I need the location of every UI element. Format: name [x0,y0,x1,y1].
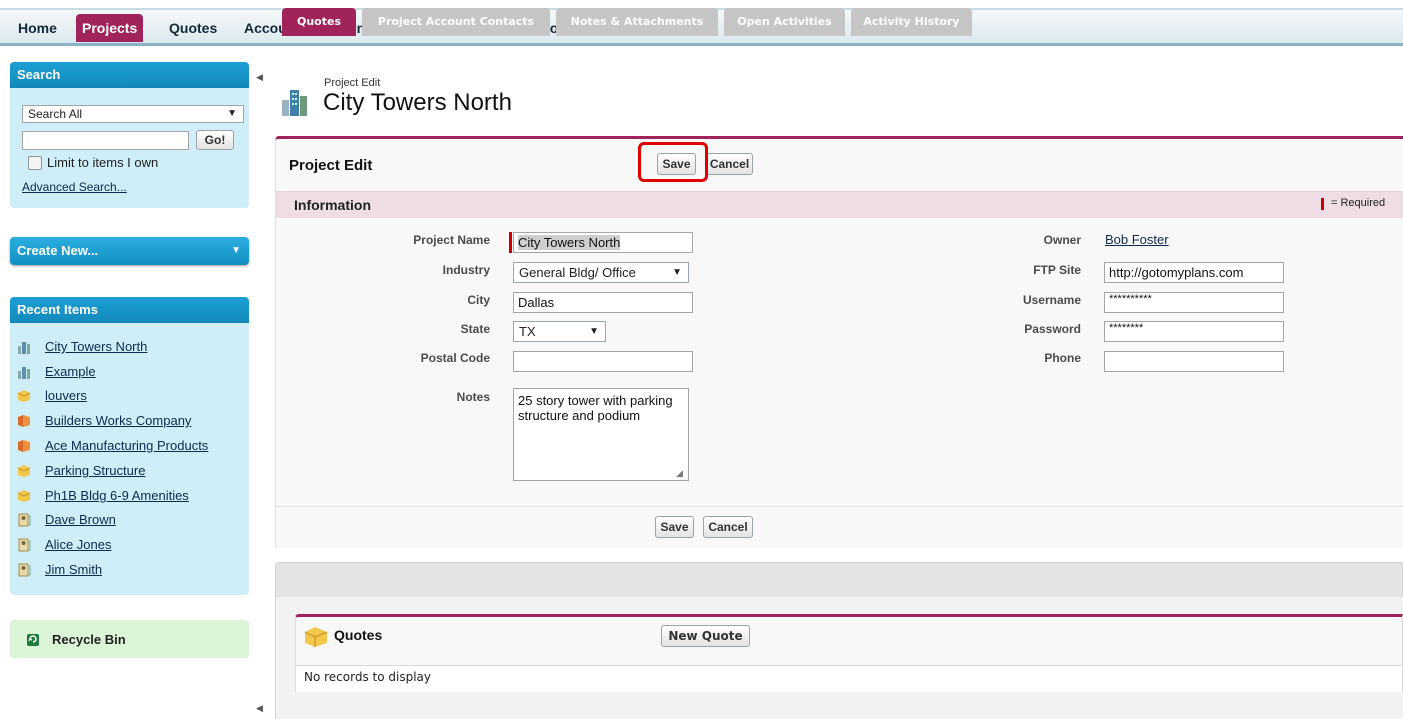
search-input[interactable] [22,131,189,150]
notes-textarea[interactable]: 25 story tower with parking structure an… [513,388,689,481]
notes-label: Notes [456,390,490,404]
tab-activity-history[interactable]: Activity History [851,8,972,36]
postal-code-field[interactable] [513,351,693,372]
empty-records-row [296,665,1402,692]
tab-quotes[interactable]: Quotes [163,14,223,42]
recycle-bin-icon [27,634,39,646]
city-label: City [467,293,490,307]
ftp-site-label: FTP Site [1033,263,1081,277]
page-subtitle: Project Edit [324,77,381,89]
recent-items-title: Recent Items [10,297,249,323]
password-label: Password [1024,322,1081,336]
required-legend: = Required [1331,197,1386,209]
tab-open-activities[interactable]: Open Activities [724,8,845,36]
divider [276,506,1403,507]
required-marker [509,232,512,253]
search-scope-select[interactable]: Search All ▼ [22,105,244,123]
create-new-button[interactable]: Create New... ▼ [10,237,249,265]
state-value: TX [519,324,536,339]
collapse-sidebar-icon[interactable]: ◀ [256,703,263,714]
recent-item-link[interactable]: Jim Smith [45,560,102,580]
create-new-label: Create New... [17,243,99,258]
recent-item-link[interactable]: Dave Brown [45,510,116,530]
contact-icon [18,563,31,577]
phone-label: Phone [1044,351,1081,365]
information-section-bar [276,191,1403,218]
city-field[interactable]: Dallas [513,292,693,313]
building-icon [18,342,30,354]
recent-item-link[interactable]: louvers [45,386,87,406]
limit-items-checkbox[interactable] [28,156,42,170]
quote-icon [17,490,31,502]
tab-quotes-related[interactable]: Quotes [282,8,356,36]
related-list-tabbar [275,562,1403,598]
project-building-icon [282,90,307,116]
no-records-text: No records to display [304,670,432,684]
recent-item-link[interactable]: Parking Structure [45,461,145,481]
recent-item-link[interactable]: Alice Jones [45,535,111,555]
state-label: State [460,322,490,336]
tab-projects[interactable]: Projects [76,14,144,42]
contact-icon [18,513,31,527]
chevron-down-icon: ▼ [231,245,241,256]
password-field[interactable]: ******** [1104,321,1284,342]
search-scope-value: Search All [28,107,83,121]
tab-project-account-contacts[interactable]: Project Account Contacts [362,8,550,36]
cancel-button-bottom[interactable]: Cancel [703,516,753,538]
project-name-value: City Towers North [518,235,621,250]
ftp-site-field[interactable]: http://gotomyplans.com [1104,262,1284,283]
quote-icon [17,390,31,402]
username-label: Username [1022,293,1081,307]
tab-home[interactable]: Home [12,14,63,42]
resize-handle-icon[interactable]: ◢ [676,468,683,479]
chevron-down-icon: ▼ [672,267,682,278]
new-quote-button[interactable]: New Quote [661,625,750,647]
recent-item-link[interactable]: Builders Works Company [45,411,191,431]
information-section-title: Information [294,197,371,213]
save-highlight-box [638,142,708,182]
page-title: City Towers North [323,89,512,116]
recent-item-link[interactable]: City Towers North [45,337,147,357]
recycle-bin-panel[interactable]: Recycle Bin [10,620,249,658]
search-panel-title: Search [10,62,249,88]
collapse-sidebar-icon[interactable]: ◀ [256,72,263,83]
building-icon [18,367,30,379]
limit-items-label: Limit to items I own [47,155,159,170]
chevron-down-icon: ▼ [227,108,237,119]
required-indicator-icon [1321,198,1324,210]
edit-panel-title: Project Edit [289,157,373,174]
account-icon [18,440,30,452]
quote-icon [17,465,31,477]
industry-value: General Bldg/ Office [519,265,636,280]
project-name-label: Project Name [413,233,490,247]
save-button-bottom[interactable]: Save [655,516,694,538]
project-name-field[interactable]: City Towers North [513,232,693,253]
state-select[interactable]: TX ▼ [513,321,606,342]
owner-link[interactable]: Bob Foster [1105,232,1169,247]
chevron-down-icon: ▼ [589,326,599,337]
tab-notes-attachments[interactable]: Notes & Attachments [556,8,718,36]
recent-item-link[interactable]: Ace Manufacturing Products [45,436,208,456]
cancel-button[interactable]: Cancel [706,153,753,175]
postal-code-label: Postal Code [420,351,490,365]
recycle-bin-label: Recycle Bin [52,632,126,647]
username-field[interactable]: ********** [1104,292,1284,313]
search-go-button[interactable]: Go! [196,130,234,150]
owner-label: Owner [1043,233,1081,247]
industry-label: Industry [442,263,490,277]
quotes-list-title: Quotes [334,627,383,643]
contact-icon [18,538,31,552]
advanced-search-link[interactable]: Advanced Search... [22,180,127,194]
industry-select[interactable]: General Bldg/ Office ▼ [513,262,689,283]
recent-item-link[interactable]: Example [45,362,96,382]
phone-field[interactable] [1104,351,1284,372]
account-icon [18,415,30,427]
quotes-icon [304,627,328,647]
recent-item-link[interactable]: Ph1B Bldg 6-9 Amenities [45,486,189,506]
